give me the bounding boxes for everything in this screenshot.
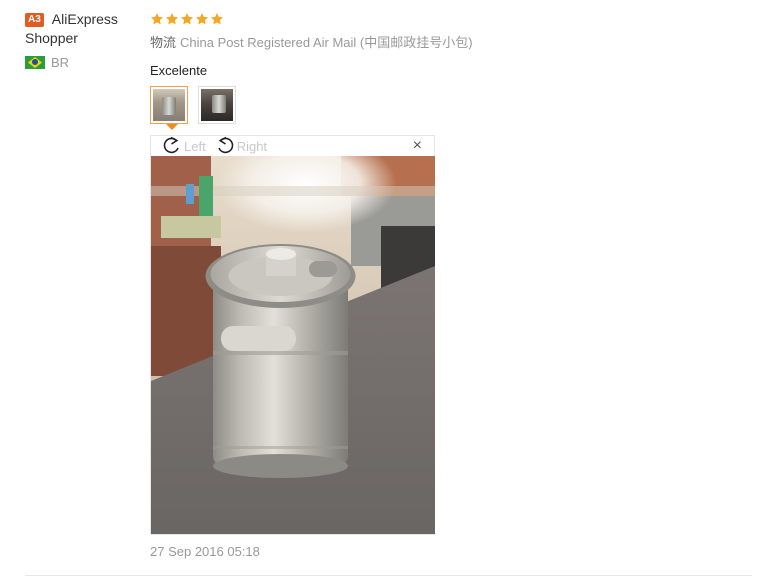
photo-thumbnails: [150, 86, 750, 130]
rotate-left-icon: [163, 136, 179, 154]
rotate-left-button[interactable]: Left: [161, 136, 206, 156]
review-photo: [151, 156, 435, 534]
rotate-right-icon: [217, 136, 233, 154]
rotate-right-button[interactable]: Right: [214, 136, 267, 156]
rotate-left-label: Left: [184, 138, 206, 154]
reviewer-name-line2: Shopper: [25, 30, 78, 46]
shipping-method: China Post Registered Air Mail (中国邮政挂号小包…: [180, 35, 473, 50]
review-content: 物流 China Post Registered Air Mail (中国邮政挂号…: [150, 10, 750, 130]
rotate-right-label: Right: [236, 138, 268, 154]
shipping-info: 物流 China Post Registered Air Mail (中国邮政挂号…: [150, 34, 750, 52]
selected-caret-icon: [166, 124, 178, 130]
star-icon: [165, 13, 179, 25]
reviewer-info: A3 AliExpress Shopper BR: [25, 10, 145, 70]
thumbnail-2[interactable]: [198, 86, 236, 124]
keg-photo-image: [151, 156, 435, 534]
buyer-level-badge: A3: [25, 13, 44, 27]
close-icon[interactable]: ×: [413, 138, 422, 154]
shipping-label: 物流: [150, 35, 177, 50]
thumbnail-1[interactable]: [150, 86, 188, 130]
star-icon: [180, 13, 194, 25]
star-icon: [150, 13, 164, 25]
country-code: BR: [51, 55, 70, 70]
review-divider: [25, 575, 752, 576]
feedback-text: Excelente: [150, 63, 208, 78]
star-rating: [150, 10, 750, 28]
photo-viewer: Left Right ×: [150, 135, 435, 535]
star-icon: [195, 13, 209, 25]
reviewer-country: BR: [25, 55, 145, 70]
brazil-flag-icon: [25, 56, 45, 69]
reviewer-name-line1: AliExpress: [51, 11, 118, 27]
review-date: 27 Sep 2016 05:18: [150, 544, 260, 559]
review-item: A3 AliExpress Shopper BR 物流 China Post Re…: [0, 0, 782, 580]
star-icon: [210, 13, 224, 25]
viewer-toolbar: Left Right ×: [151, 136, 434, 156]
